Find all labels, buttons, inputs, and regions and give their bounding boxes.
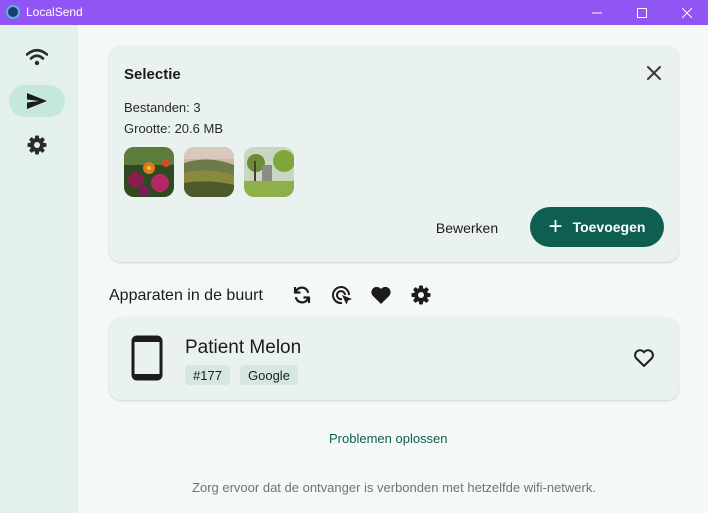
app-title: LocalSend xyxy=(26,5,83,19)
clear-selection-button[interactable] xyxy=(641,60,667,86)
favorites-button[interactable] xyxy=(369,283,393,307)
add-button[interactable]: + Toevoegen xyxy=(530,207,664,247)
wifi-icon xyxy=(26,48,48,66)
thumbnail-flowers[interactable] xyxy=(124,147,174,197)
valley-photo xyxy=(184,147,234,197)
troubleshoot-link[interactable]: Problemen oplossen xyxy=(329,431,448,446)
smartphone-icon xyxy=(131,335,163,381)
send-icon xyxy=(27,93,47,109)
selection-title: Selectie xyxy=(124,66,181,83)
device-id-badge: #177 xyxy=(185,365,230,385)
add-button-label: Toevoegen xyxy=(572,219,646,235)
close-icon xyxy=(682,7,692,18)
scan-button[interactable] xyxy=(330,283,354,307)
gear-icon xyxy=(411,285,431,305)
app-logo-icon xyxy=(6,5,20,19)
network-hint: Zorg ervoor dat de ontvanger is verbonde… xyxy=(192,480,596,495)
refresh-icon xyxy=(293,286,311,304)
sidebar-item-receive[interactable] xyxy=(9,41,65,73)
thumbnail-park[interactable] xyxy=(244,147,294,197)
nearby-devices-title: Apparaten in de buurt xyxy=(109,287,263,304)
maximize-button[interactable] xyxy=(619,0,665,25)
close-icon xyxy=(647,66,661,80)
device-name: Patient Melon xyxy=(185,337,302,358)
device-icon xyxy=(131,335,163,386)
sidebar xyxy=(0,25,78,513)
total-size: Grootte: 20.6 MB xyxy=(124,121,223,136)
refresh-button[interactable] xyxy=(290,283,314,307)
minimize-button[interactable] xyxy=(574,0,620,25)
scan-target-icon xyxy=(332,286,352,305)
device-brand-badge: Google xyxy=(240,365,298,385)
window-close-button[interactable] xyxy=(664,0,708,25)
plus-icon: + xyxy=(548,213,563,240)
flowers-photo xyxy=(124,147,174,197)
heart-icon xyxy=(371,286,391,304)
device-card[interactable]: Patient Melon #177 Google xyxy=(109,317,679,400)
edit-button[interactable]: Bewerken xyxy=(427,212,507,244)
park-photo xyxy=(244,147,294,197)
files-count: Bestanden: 3 xyxy=(124,100,201,115)
sidebar-item-send[interactable] xyxy=(9,85,65,117)
selection-card: Selectie Bestanden: 3 Grootte: 20.6 MB B… xyxy=(109,46,679,262)
thumbnail-valley[interactable] xyxy=(184,147,234,197)
nearby-settings-button[interactable] xyxy=(409,283,433,307)
minimize-icon xyxy=(592,12,602,13)
maximize-icon xyxy=(637,7,647,18)
heart-outline-icon xyxy=(634,349,654,367)
title-bar: LocalSend xyxy=(0,0,708,25)
favorite-device-button[interactable] xyxy=(631,345,657,371)
sidebar-item-settings[interactable] xyxy=(9,129,65,161)
gear-icon xyxy=(27,135,47,155)
